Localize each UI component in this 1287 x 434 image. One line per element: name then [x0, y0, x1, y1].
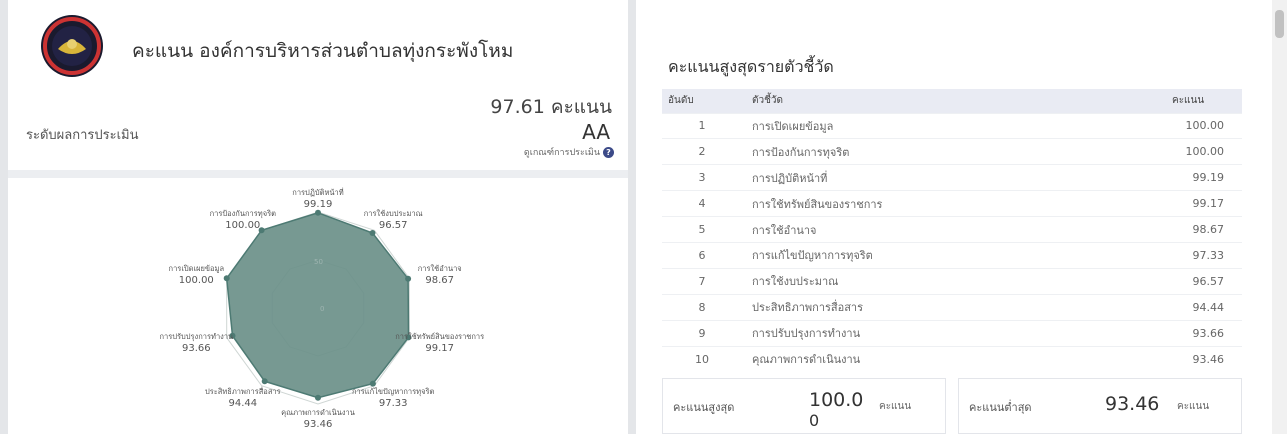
row-rank: 1	[662, 112, 742, 139]
radar-tick-label: 50	[314, 258, 323, 266]
row-rank: 10	[662, 345, 742, 372]
table-row: 1 การเปิดเผยข้อมูล 100.00	[662, 112, 1242, 139]
column-header-rank: อันดับ	[662, 89, 742, 113]
radar-axis-label: การใช้งบประมาณ	[364, 209, 423, 218]
min-score-value: 93.46	[1105, 393, 1160, 415]
radar-value-label: 98.67	[425, 275, 454, 286]
radar-point	[223, 275, 230, 282]
radar-value-label: 96.57	[379, 220, 408, 231]
row-score: 96.57	[1142, 267, 1242, 295]
row-rank: 3	[662, 164, 742, 191]
row-indicator: การเปิดเผยข้อมูล	[742, 112, 1142, 139]
row-score: 98.67	[1142, 216, 1242, 243]
row-rank: 7	[662, 267, 742, 295]
row-indicator: การปฏิบัติหน้าที่	[742, 164, 1142, 191]
row-indicator: การใช้ทรัพย์สินของราชการ	[742, 190, 1142, 217]
max-score-box: คะแนนสูงสุด 100.0 0 คะแนน	[662, 378, 946, 434]
radar-tick-label: 0	[320, 305, 324, 313]
row-indicator: ประสิทธิภาพการสื่อสาร	[742, 293, 1142, 321]
min-score-label: คะแนนต่ำสุด	[969, 401, 1032, 414]
table-row: 6 การแก้ไขปัญหาการทุจริต 97.33	[662, 241, 1242, 269]
radar-value-label: 100.00	[225, 220, 260, 231]
radar-value-label: 97.33	[379, 398, 408, 409]
radar-point	[369, 230, 376, 236]
radar-axis-label: การปฏิบัติหน้าที่	[292, 187, 343, 197]
row-rank: 2	[662, 138, 742, 165]
radar-axis-label: คุณภาพการดำเนินงาน	[281, 408, 355, 417]
max-score-value: 100.0	[809, 389, 864, 411]
row-indicator: การใช้อำนาจ	[742, 216, 1142, 243]
row-rank: 8	[662, 293, 742, 321]
radar-axis-label: การเปิดเผยข้อมูล	[169, 264, 225, 273]
radar-point	[369, 380, 376, 387]
row-indicator: การแก้ไขปัญหาการทุจริต	[742, 241, 1142, 269]
ranking-table: อันดับ ตัวชี้วัด คะแนน 1 การเปิดเผยข้อมูล…	[662, 89, 1242, 372]
radar-point	[315, 394, 321, 401]
row-score: 97.33	[1142, 241, 1242, 269]
row-indicator: การป้องกันการทุจริต	[742, 138, 1142, 165]
criteria-link[interactable]: ดูเกณฑ์การประเมิน?	[524, 145, 614, 159]
row-indicator: การปรับปรุงการทำงาน	[742, 319, 1142, 347]
divider	[8, 170, 628, 178]
radar-value-label: 99.17	[425, 343, 454, 354]
radar-point	[315, 209, 321, 216]
radar-value-label: 93.66	[182, 343, 211, 354]
level-label: ระดับผลการประเมิน	[26, 128, 139, 143]
table-row: 5 การใช้อำนาจ 98.67	[662, 216, 1242, 243]
radar-value-label: 100.00	[179, 275, 214, 286]
row-score: 93.66	[1142, 319, 1242, 347]
table-row: 10 คุณภาพการดำเนินงาน 93.46	[662, 345, 1242, 372]
radar-value-label: 99.19	[304, 199, 333, 210]
table-header-row: อันดับ ตัวชี้วัด คะแนน	[662, 89, 1242, 113]
row-score: 93.46	[1142, 345, 1242, 372]
table-row: 8 ประสิทธิภาพการสื่อสาร 94.44	[662, 293, 1242, 321]
score-header: คะแนน องค์การบริหารส่วนตำบลทุ่งกระพังโหม…	[8, 0, 628, 170]
total-score: 97.61 คะแนน	[490, 96, 612, 118]
radar-chart: 0 50 การปฏิบัติหน้าที่ 99.19 การใช้งบประมาณ 9…	[159, 187, 484, 430]
max-score-value-wrap: 0	[809, 411, 820, 430]
row-score: 99.17	[1142, 190, 1242, 217]
radar-axis-label: การใช้อำนาจ	[418, 264, 462, 273]
organization-logo	[41, 15, 103, 77]
table-row: 2 การป้องกันการทุจริต 100.00	[662, 138, 1242, 165]
column-header-indicator: ตัวชี้วัด	[742, 89, 1142, 113]
row-rank: 5	[662, 216, 742, 243]
row-score: 99.19	[1142, 164, 1242, 191]
min-score-unit: คะแนน	[1177, 401, 1210, 412]
radar-value-label: 94.44	[228, 398, 257, 409]
table-row: 4 การใช้ทรัพย์สินของราชการ 99.17	[662, 190, 1242, 217]
row-indicator: คุณภาพการดำเนินงาน	[742, 345, 1142, 372]
score-card: คะแนน องค์การบริหารส่วนตำบลทุ่งกระพังโหม…	[8, 0, 628, 434]
row-rank: 4	[662, 190, 742, 217]
radar-axis-label: การใช้ทรัพย์สินของราชการ	[395, 332, 484, 341]
ranking-card: คะแนนสูงสุดรายตัวชี้วัด อันดับ ตัวชี้วัด…	[636, 0, 1272, 434]
radar-axis-label: ประสิทธิภาพการสื่อสาร	[205, 386, 281, 396]
criteria-link-label: ดูเกณฑ์การประเมิน	[523, 148, 600, 158]
ranking-title: คะแนนสูงสุดรายตัวชี้วัด	[668, 57, 834, 76]
row-rank: 6	[662, 241, 742, 269]
level-value: AA	[582, 120, 610, 144]
max-score-unit: คะแนน	[879, 401, 912, 412]
table-row: 3 การปฏิบัติหน้าที่ 99.19	[662, 164, 1242, 191]
row-score: 100.00	[1142, 112, 1242, 139]
column-header-score: คะแนน	[1142, 89, 1242, 113]
min-score-box: คะแนนต่ำสุด 93.46 คะแนน	[958, 378, 1242, 434]
max-score-label: คะแนนสูงสุด	[673, 401, 735, 414]
scrollbar-thumb[interactable]	[1275, 10, 1284, 38]
row-score: 94.44	[1142, 293, 1242, 321]
radar-axis-label: การแก้ไขปัญหาการทุจริต	[352, 387, 435, 396]
radar-axis-label: การปรับปรุงการทำงาน	[159, 332, 233, 341]
radar-point	[405, 275, 412, 282]
row-score: 100.00	[1142, 138, 1242, 165]
row-rank: 9	[662, 319, 742, 347]
help-icon: ?	[603, 147, 614, 158]
radar-value-label: 93.46	[304, 419, 333, 430]
radar-axis-label: การป้องกันการทุจริต	[210, 209, 277, 218]
table-row: 9 การปรับปรุงการทำงาน 93.66	[662, 319, 1242, 347]
radar-point	[261, 378, 268, 385]
page-title: คะแนน องค์การบริหารส่วนตำบลทุ่งกระพังโหม	[132, 40, 514, 62]
table-row: 7 การใช้งบประมาณ 96.57	[662, 267, 1242, 295]
row-indicator: การใช้งบประมาณ	[742, 267, 1142, 295]
page-scrollbar[interactable]	[1272, 0, 1287, 434]
